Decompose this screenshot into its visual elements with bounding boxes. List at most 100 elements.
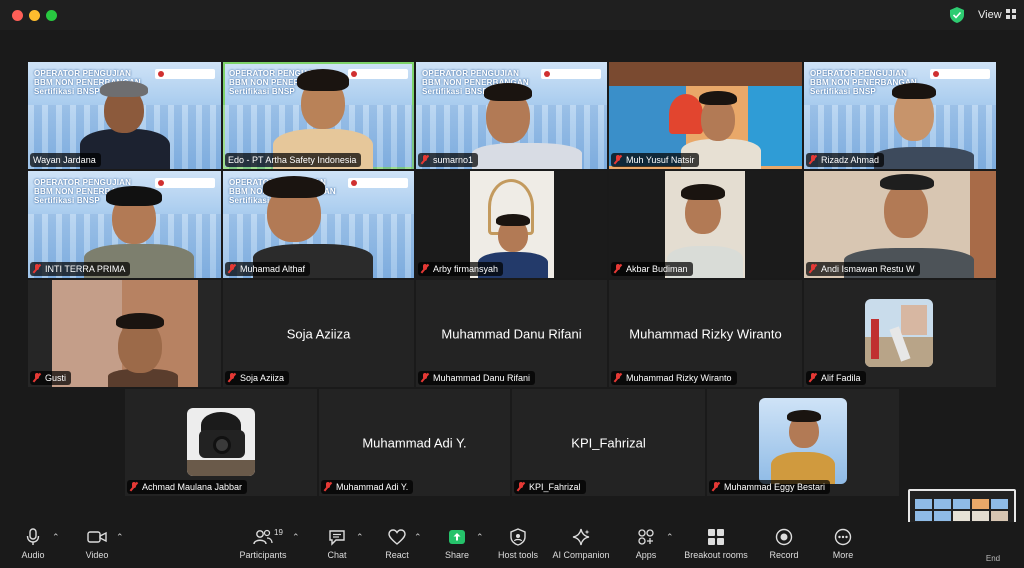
participants-icon — [253, 529, 273, 545]
mic-muted-icon — [809, 155, 817, 164]
video-tile-no-video[interactable]: Muhammad Danu Rifani Muhammad Danu Rifan… — [416, 280, 607, 387]
video-tile-no-video[interactable]: Muhammad Rizky Wiranto Muhammad Rizky Wi… — [609, 280, 802, 387]
video-tile[interactable]: Alif Fadila — [804, 280, 996, 387]
record-label: Record — [769, 550, 799, 560]
participant-name-label: Muhammad Rizky Wiranto — [611, 371, 737, 385]
mic-muted-icon — [324, 482, 332, 491]
mic-muted-icon — [809, 264, 817, 273]
apps-options-chevron-up-icon[interactable]: ⌃ — [666, 532, 674, 543]
apps-button[interactable]: Apps — [630, 528, 662, 560]
participant-name-label: KPI_Fahrizal — [514, 480, 586, 494]
breakout-rooms-button[interactable]: Breakout rooms — [684, 528, 748, 560]
security-shield-icon[interactable] — [950, 7, 964, 23]
video-tile-no-video[interactable]: Soja Aziiza Soja Aziiza — [223, 280, 414, 387]
participant-name-label: Soja Aziiza — [225, 371, 290, 385]
mic-muted-icon — [614, 373, 622, 382]
video-tile[interactable]: OPERATOR PENGUJIANBBM NON PENERBANGANSer… — [416, 62, 607, 169]
sponsor-logo — [930, 69, 990, 79]
video-tile[interactable]: Achmad Maulana Jabbar — [125, 389, 317, 496]
share-options-chevron-up-icon[interactable]: ⌃ — [476, 532, 484, 543]
participant-name-label: Rizadz Ahmad — [806, 153, 885, 167]
participant-name-label: Muhammad Danu Rifani — [418, 371, 536, 385]
react-label: React — [385, 550, 409, 560]
breakout-rooms-label: Breakout rooms — [684, 550, 748, 560]
video-gallery: OPERATOR PENGUJIAN BBM NON PENERBANGAN Ser… — [0, 30, 1024, 522]
ai-companion-label: AI Companion — [552, 550, 610, 560]
mic-muted-icon — [33, 373, 41, 382]
video-button[interactable]: Video — [78, 528, 116, 560]
video-tile[interactable]: OPERATOR PENGUJIANBBM NON PENERBANGANSer… — [28, 62, 221, 169]
mic-muted-icon — [33, 264, 41, 273]
grid-view-icon — [1005, 9, 1016, 19]
video-tile[interactable]: OPERATOR PENGUJIANBBM NON PENERBANGANSer… — [223, 171, 414, 278]
react-button[interactable]: React — [380, 528, 414, 560]
more-options-icon — [834, 528, 852, 546]
video-tile-no-video[interactable]: KPI_Fahrizal KPI_Fahrizal — [512, 389, 705, 496]
mic-muted-icon — [614, 264, 622, 273]
video-label: Video — [85, 550, 109, 560]
mic-muted-icon — [228, 373, 236, 382]
participant-name-label: Edo - PT Artha Safety Indonesia — [225, 153, 362, 167]
audio-label: Audio — [21, 550, 45, 560]
video-tile[interactable]: Andi Ismawan Restu W — [804, 171, 996, 278]
chat-button[interactable]: Chat — [320, 528, 354, 560]
close-window-button[interactable] — [12, 10, 23, 21]
participants-button[interactable]: 19 Participants — [236, 528, 290, 560]
mic-muted-icon — [421, 155, 429, 164]
host-tools-button[interactable]: Host tools — [494, 528, 542, 560]
video-tile-no-video[interactable]: Muhammad Adi Y. Muhammad Adi Y. — [319, 389, 510, 496]
mic-muted-icon — [614, 155, 622, 164]
mic-muted-icon — [421, 373, 429, 382]
participants-count-badge: 19 — [274, 528, 283, 537]
record-button[interactable]: Record — [766, 528, 802, 560]
participants-options-chevron-up-icon[interactable]: ⌃ — [292, 532, 300, 543]
record-icon — [775, 528, 793, 546]
room-ceiling — [609, 62, 802, 86]
participant-name-label: Muhammad Eggy Bestari — [709, 480, 831, 494]
mic-muted-icon — [517, 482, 525, 491]
react-options-chevron-up-icon[interactable]: ⌃ — [414, 532, 422, 543]
video-tile[interactable]: Muhammad Eggy Bestari — [707, 389, 899, 496]
participant-display-name: Muhammad Adi Y. — [362, 435, 467, 450]
video-camera-icon — [87, 531, 107, 543]
view-button[interactable]: View — [972, 6, 1022, 24]
video-options-chevron-up-icon[interactable]: ⌃ — [116, 532, 124, 543]
profile-picture — [759, 398, 847, 484]
participant-name-label: Muh Yusuf Natsir — [611, 153, 700, 167]
chat-options-chevron-up-icon[interactable]: ⌃ — [356, 532, 364, 543]
title-bar: View — [0, 0, 1024, 30]
participant-name-label: Gusti — [30, 371, 72, 385]
fullscreen-window-button[interactable] — [46, 10, 57, 21]
video-tile[interactable]: Arby firmansyah — [416, 171, 607, 278]
participant-name-label: Wayan Jardana — [30, 153, 101, 167]
microphone-icon — [26, 528, 40, 545]
shield-icon — [510, 528, 526, 546]
mic-muted-icon — [712, 482, 720, 491]
view-label: View — [978, 9, 1002, 21]
ai-companion-button[interactable]: AI Companion — [552, 528, 610, 560]
profile-picture — [187, 408, 255, 476]
video-tile[interactable]: OPERATOR PENGUJIANBBM NON PENERBANGANSer… — [28, 171, 221, 278]
sponsor-logo — [541, 69, 601, 79]
chat-bubble-icon — [329, 530, 345, 546]
mic-muted-icon — [421, 264, 429, 273]
audio-options-chevron-up-icon[interactable]: ⌃ — [52, 532, 60, 543]
mic-muted-icon — [228, 264, 236, 273]
more-button[interactable]: More — [826, 528, 860, 560]
video-tile[interactable]: OPERATOR PENGUJIANBBM NON PENERBANGANSer… — [804, 62, 996, 169]
participant-name-label: Andi Ismawan Restu W — [806, 262, 920, 276]
video-tile[interactable]: Muh Yusuf Natsir — [609, 62, 802, 169]
audio-button[interactable]: Audio — [14, 528, 52, 560]
participant-name-label: Akbar Budiman — [611, 262, 693, 276]
breakout-rooms-icon — [708, 529, 724, 545]
minimize-window-button[interactable] — [29, 10, 40, 21]
video-tile[interactable]: Gusti — [28, 280, 221, 387]
share-screen-button[interactable]: Share — [440, 528, 474, 560]
video-tile[interactable]: Akbar Budiman — [609, 171, 802, 278]
video-tile-active-speaker[interactable]: OPERATOR PENGUJIAN BBM NON PENERBANGAN Ser… — [223, 62, 414, 169]
participant-video — [108, 311, 178, 387]
heart-icon — [388, 529, 406, 545]
share-label: Share — [444, 550, 470, 560]
end-meeting-button[interactable]: End — [982, 554, 1004, 563]
participant-display-name: Soja Aziiza — [286, 326, 351, 341]
